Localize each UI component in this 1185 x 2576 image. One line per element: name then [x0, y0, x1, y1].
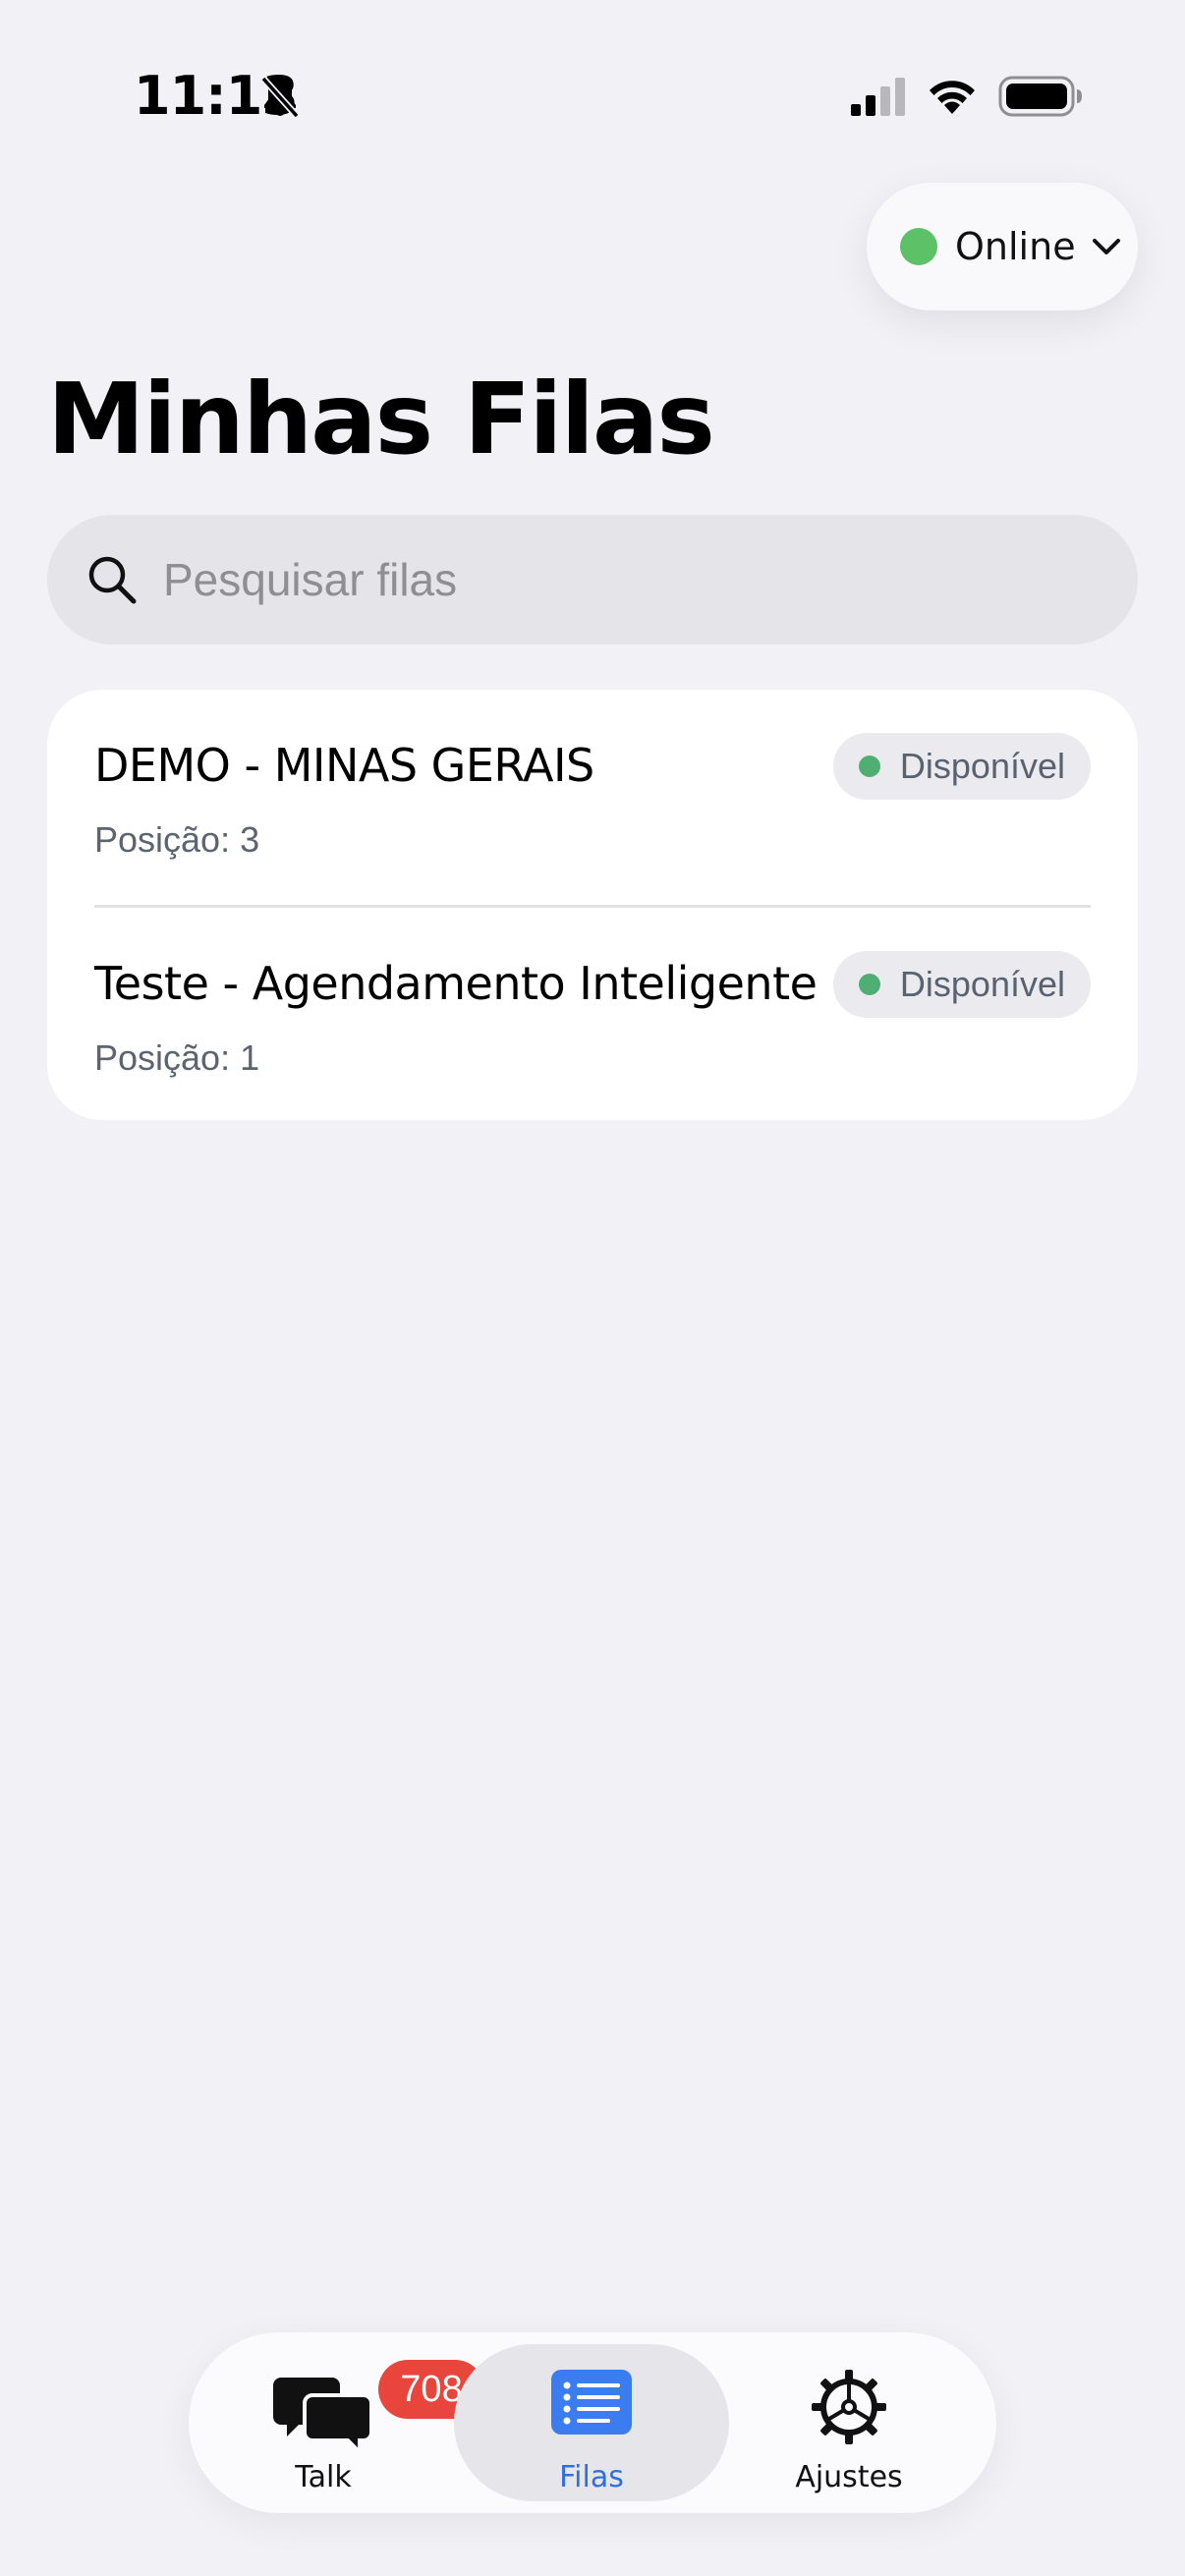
chat-bubbles-icon [273, 2378, 373, 2452]
status-badge: Disponível [832, 733, 1091, 800]
tab-filas[interactable]: Filas [454, 2344, 729, 2501]
status-badge-label: Disponível [899, 964, 1065, 1004]
status-dot [858, 756, 880, 777]
wifi-icon [930, 81, 975, 114]
cellular-signal-icon [851, 78, 905, 116]
search-input[interactable] [161, 552, 1049, 607]
presence-dot [900, 228, 937, 265]
queue-position: Posição: 3 [94, 819, 260, 860]
search-bar[interactable] [47, 515, 1138, 644]
presence-label: Online [955, 225, 1076, 268]
queue-item[interactable]: DEMO - MINAS GERAIS Posição: 3 Disponíve… [94, 690, 1091, 905]
search-icon [88, 556, 137, 604]
list-icon [551, 2370, 632, 2435]
status-dot [858, 974, 880, 995]
queue-name: Teste - Agendamento Inteligente [94, 957, 818, 1010]
queue-name: DEMO - MINAS GERAIS [94, 739, 594, 792]
chevron-down-icon [1092, 239, 1120, 254]
tab-talk[interactable]: Talk 708 [186, 2344, 484, 2501]
presence-selector[interactable]: Online [867, 183, 1138, 310]
status-badge-label: Disponível [899, 746, 1065, 786]
tab-bar: Talk 708 Filas Ajustes [189, 2332, 996, 2513]
queue-list: DEMO - MINAS GERAIS Posição: 3 Disponíve… [47, 690, 1138, 1120]
status-badge: Disponível [832, 951, 1091, 1018]
tab-label: Filas [559, 2460, 624, 2494]
tab-label: Talk [295, 2460, 352, 2494]
queue-position: Posição: 1 [94, 1037, 260, 1078]
tab-ajustes[interactable]: Ajustes [711, 2344, 987, 2501]
gear-icon [812, 2370, 886, 2444]
page-title: Minhas Filas [47, 362, 715, 476]
bell-slash-icon [260, 76, 300, 119]
tab-label: Ajustes [795, 2460, 903, 2494]
status-bar: 11:13 [0, 0, 1185, 196]
battery-icon [998, 76, 1082, 117]
queue-item[interactable]: Teste - Agendamento Inteligente Posição:… [94, 905, 1091, 1123]
